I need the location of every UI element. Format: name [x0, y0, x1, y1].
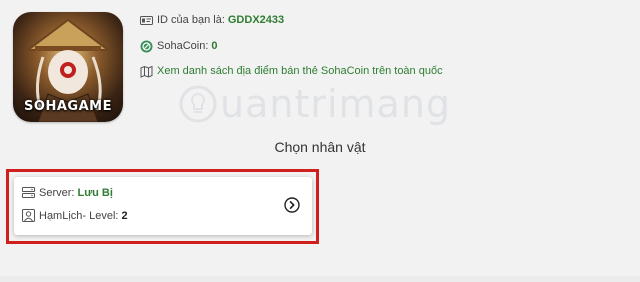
lightbulb-icon [179, 85, 217, 123]
map-icon [140, 65, 153, 78]
character-row: HạmLịch- Level: 2 [22, 209, 128, 222]
watermark-text: uantrimang [220, 82, 452, 126]
quantrimang-watermark: uantrimang [178, 82, 452, 126]
account-id-label: ID của bạn là: [157, 14, 225, 26]
coin-icon [140, 40, 153, 53]
footer-divider [0, 276, 640, 282]
game-app-icon: SOHAGAME [13, 12, 123, 122]
id-card-icon [140, 14, 153, 27]
card-locations-link[interactable]: Xem danh sách địa điểm bán thẻ SohaCoin … [140, 63, 443, 79]
chevron-right-circle-icon[interactable] [284, 197, 300, 213]
account-id-value: GDDX2433 [227, 14, 285, 26]
character-label: HạmLịch- Level: [39, 209, 119, 222]
character-level: 2 [121, 209, 128, 222]
server-row: Server: Lưu Bị [22, 186, 113, 199]
sohacoin-balance: 0 [211, 40, 218, 52]
account-id-row: ID của bạn là: GDDX2433 [140, 12, 284, 28]
server-label: Server: [39, 186, 75, 199]
sohagame-logo: SOHAGAME [24, 99, 112, 114]
account-page: SOHAGAME ID của bạn là: GDDX2433 SohaCoi… [0, 0, 640, 282]
select-character-heading: Chọn nhân vật [274, 139, 366, 155]
card-locations-link-text[interactable]: Xem danh sách địa điểm bán thẻ SohaCoin … [157, 65, 443, 77]
character-card[interactable]: Server: Lưu Bị HạmLịch- Level: 2 [14, 177, 312, 235]
sohacoin-label: SohaCoin: [157, 40, 209, 52]
user-icon [22, 209, 35, 222]
server-name: Lưu Bị [77, 186, 113, 199]
server-icon [22, 186, 35, 199]
sohacoin-row: SohaCoin: 0 [140, 38, 218, 54]
